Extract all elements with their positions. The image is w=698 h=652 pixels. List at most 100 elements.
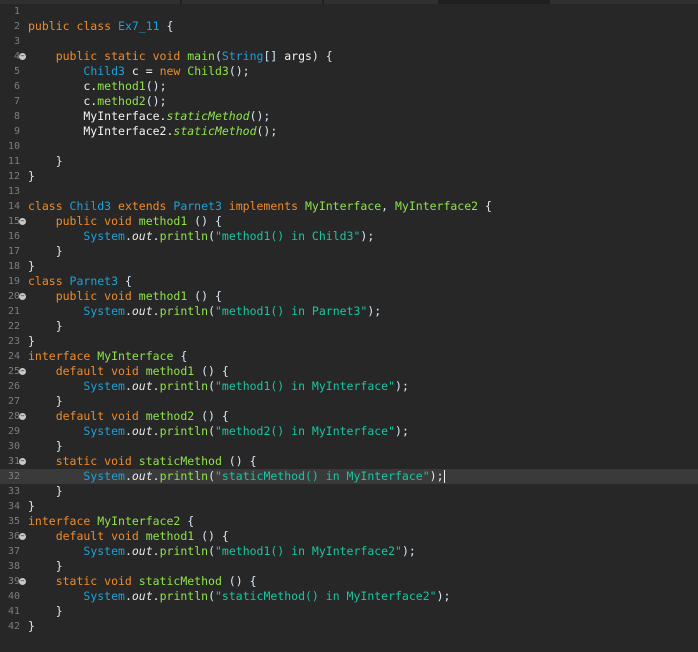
code-line[interactable]: 39− static void staticMethod () { xyxy=(0,574,698,589)
line-number: 39 xyxy=(7,576,20,587)
code-text: } xyxy=(28,244,63,259)
code-token: default void xyxy=(28,409,146,423)
code-line[interactable]: 41 } xyxy=(0,604,698,619)
code-line[interactable]: 13 xyxy=(0,184,698,199)
code-line[interactable]: 9 MyInterface2.staticMethod(); xyxy=(0,124,698,139)
code-line[interactable]: 5 Child3 c = new Child3(); xyxy=(0,64,698,79)
code-token: () { xyxy=(221,574,257,588)
code-line[interactable]: 35 interface MyInterface2 { xyxy=(0,514,698,529)
code-line[interactable]: 15− public void method1 () { xyxy=(0,214,698,229)
fold-collapse-icon[interactable]: − xyxy=(19,458,26,465)
code-token: } xyxy=(28,559,63,573)
fold-collapse-icon[interactable]: − xyxy=(19,413,26,420)
code-token: "method1() in Child3" xyxy=(215,229,361,243)
code-text: System.out.println("method1() in Parnet3… xyxy=(28,304,381,319)
fold-collapse-icon[interactable]: − xyxy=(19,368,26,375)
code-token: method1 xyxy=(138,214,188,228)
code-line[interactable]: 2 public class Ex7_11 { xyxy=(0,19,698,34)
code-token: (); xyxy=(256,124,278,138)
code-line[interactable]: 27 } xyxy=(0,394,698,409)
code-line[interactable]: 24 interface MyInterface { xyxy=(0,349,698,364)
code-text: class Parnet3 { xyxy=(28,274,132,289)
code-line[interactable]: 31− static void staticMethod () { xyxy=(0,454,698,469)
code-line[interactable]: 30 } xyxy=(0,439,698,454)
code-token: static void xyxy=(28,574,139,588)
code-line[interactable]: 16 System.out.println("method1() in Chil… xyxy=(0,229,698,244)
line-number: 28 xyxy=(7,411,20,422)
code-line[interactable]: 22 } xyxy=(0,319,698,334)
code-line[interactable]: 18} xyxy=(0,259,698,274)
fold-collapse-icon[interactable]: − xyxy=(19,53,26,60)
fold-collapse-icon[interactable]: − xyxy=(19,533,26,540)
fold-collapse-icon[interactable]: − xyxy=(19,578,26,585)
code-token: ); xyxy=(360,229,375,243)
code-text: static void staticMethod () { xyxy=(28,574,257,589)
code-token: staticMethod xyxy=(173,124,257,138)
code-token: method1 xyxy=(145,529,195,543)
code-token: args xyxy=(284,49,312,63)
code-line[interactable]: 6 c.method1(); xyxy=(0,79,698,94)
code-line[interactable]: 23} xyxy=(0,334,698,349)
code-line[interactable]: 1 xyxy=(0,4,698,19)
code-token: } xyxy=(28,259,35,273)
code-line[interactable]: 42} xyxy=(0,619,698,634)
code-token: Parnet3 xyxy=(69,274,119,288)
code-area[interactable]: 1 2 public class Ex7_11 {3 4− public static… xyxy=(0,4,698,634)
code-token: "method1() in MyInterface" xyxy=(215,379,396,393)
code-token: . xyxy=(152,379,160,393)
line-number: 16 xyxy=(7,231,20,242)
fold-collapse-icon[interactable]: − xyxy=(19,293,26,300)
code-token: MyInterface2. xyxy=(28,124,174,138)
code-line[interactable]: 19 class Parnet3 { xyxy=(0,274,698,289)
code-token: } xyxy=(28,154,63,168)
code-token: staticMethod xyxy=(138,454,222,468)
line-number: 13 xyxy=(7,186,20,197)
code-token: println xyxy=(159,304,209,318)
code-line[interactable]: 32 System.out.println("staticMethod() in… xyxy=(0,469,698,484)
code-token: method1 xyxy=(97,79,146,93)
code-line[interactable]: 38 } xyxy=(0,559,698,574)
code-line[interactable]: 21 System.out.println("method1() in Parn… xyxy=(0,304,698,319)
code-line[interactable]: 36− default void method1 () { xyxy=(0,529,698,544)
code-text: System.out.println("method1() in MyInter… xyxy=(28,544,415,559)
code-line[interactable]: 28− default void method2 () { xyxy=(0,409,698,424)
fold-collapse-icon[interactable]: − xyxy=(19,218,26,225)
code-line[interactable]: 33 } xyxy=(0,484,698,499)
code-token: System xyxy=(83,424,125,438)
code-line[interactable]: 4− public static void main(String[] args… xyxy=(0,49,698,64)
code-text: } xyxy=(28,394,63,409)
code-text: } xyxy=(28,559,63,574)
code-line[interactable]: 8 MyInterface.staticMethod(); xyxy=(0,109,698,124)
code-text: default void method1 () { xyxy=(28,529,229,544)
code-token: . xyxy=(124,304,132,318)
code-line[interactable]: 12} xyxy=(0,169,698,184)
code-token: public void xyxy=(28,289,139,303)
line-number: 26 xyxy=(7,381,20,392)
code-token: . xyxy=(124,469,132,483)
code-token: } xyxy=(28,394,63,408)
code-line[interactable]: 17 } xyxy=(0,244,698,259)
code-text: public void method1 () { xyxy=(28,289,222,304)
code-token: println xyxy=(159,424,209,438)
code-editor[interactable]: 1 2 public class Ex7_11 {3 4− public static… xyxy=(0,0,698,652)
code-line[interactable]: 26 System.out.println("method1() in MyIn… xyxy=(0,379,698,394)
code-line[interactable]: 37 System.out.println("method1() in MyIn… xyxy=(0,544,698,559)
code-text: interface MyInterface { xyxy=(28,349,187,364)
code-token: method1 xyxy=(138,289,188,303)
line-number: 5 xyxy=(13,66,20,77)
code-line[interactable]: 20− public void method1 () { xyxy=(0,289,698,304)
code-line[interactable]: 25− default void method1 () { xyxy=(0,364,698,379)
code-line[interactable]: 11 } xyxy=(0,154,698,169)
code-line[interactable]: 29 System.out.println("method2() in MyIn… xyxy=(0,424,698,439)
code-line[interactable]: 3 xyxy=(0,34,698,49)
code-token: method2 xyxy=(145,409,195,423)
code-line[interactable]: 7 c.method2(); xyxy=(0,94,698,109)
code-line[interactable]: 10 xyxy=(0,139,698,154)
line-number: 35 xyxy=(7,516,20,527)
code-line[interactable]: 14 class Child3 extends Parnet3 implement… xyxy=(0,199,698,214)
line-number: 1 xyxy=(13,6,20,17)
code-line[interactable]: 40 System.out.println("staticMethod() in… xyxy=(0,589,698,604)
code-line[interactable]: 34} xyxy=(0,499,698,514)
